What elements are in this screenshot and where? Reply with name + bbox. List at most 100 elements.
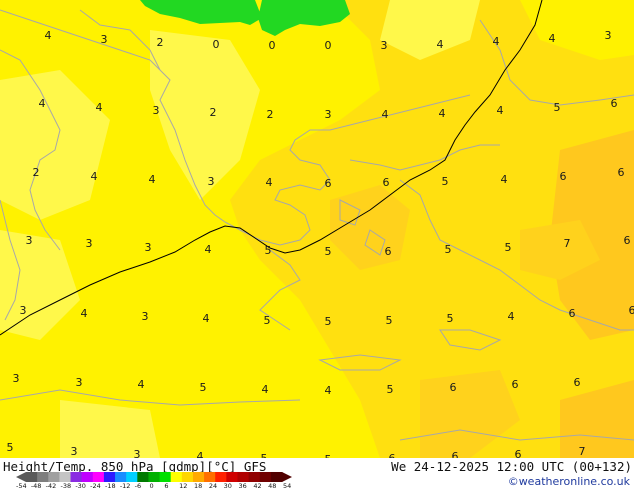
temp-label: 3 [101,33,108,46]
temp-label: 5 [505,241,512,254]
temp-label: 4 [493,35,500,48]
temp-label: 2 [267,108,274,121]
temp-label: 6 [624,234,631,247]
temp-label: 6 [385,245,392,258]
temp-label: 6 [611,97,618,110]
colorbar-segment [259,472,272,482]
temp-label: 4 [439,107,446,120]
colorbar-tick-label: -48 [30,482,42,490]
credit-link[interactable]: ©weatheronline.co.uk [508,475,630,488]
temp-label: 4 [149,173,156,186]
colorbar-tick-label: -24 [90,482,101,490]
temp-label: 4 [549,32,556,45]
temp-label: 6 [515,448,522,458]
colorbar-segment [148,472,161,482]
temperature-map: 4 3 2 0 0 0 3 4 4 4 3 4 4 3 2 2 3 4 4 4 5 6 2 4 4 3 4 6 6 5 4 6 6 3 3 3 4 5 5 6… [0,0,634,458]
colorbar-segment [48,472,60,482]
temp-label: 5 [447,312,454,325]
temp-label: 6 [560,170,567,183]
temp-label: 5 [387,383,394,396]
colorbar-tick-label: 6 [164,482,169,490]
colorbar-tick-label: 0 [149,482,154,490]
temp-label: 5 [7,441,14,454]
colorbar-tick-label: 12 [179,482,188,490]
temp-label: 0 [325,39,332,52]
colorbar-tick-label: -6 [134,482,142,490]
colorbar-segment [226,472,238,482]
colorbar-tick-label: 48 [268,482,277,490]
temp-label: 5 [554,101,561,114]
colorbar-arrow-low [16,472,26,482]
temp-label: 4 [266,176,273,189]
colorbar-tick-label: 24 [208,482,218,490]
temp-label: 5 [265,244,272,257]
temp-label: 2 [33,166,40,179]
temp-label: 2 [157,36,164,49]
temp-label: 3 [86,237,93,250]
temp-label: 5 [442,175,449,188]
temp-label: 4 [45,29,52,42]
colorbar-segment [248,472,261,482]
temp-label: 3 [145,241,152,254]
temp-label: 6 [629,304,634,317]
colorbar-segment [81,472,94,482]
colorbar-segment [237,472,250,482]
temp-label: 3 [605,29,612,42]
temp-label: 5 [386,314,393,327]
colorbar-segment [115,472,127,482]
temp-label: 4 [96,101,103,114]
temp-label: 7 [564,237,571,250]
temp-label: 4 [91,170,98,183]
colorbar-segment [103,472,116,482]
temp-label: 3 [20,304,27,317]
temp-label: 0 [213,38,220,51]
temp-label: 3 [13,372,20,385]
temp-label: 4 [508,310,515,323]
temp-label: 4 [197,450,204,458]
temp-label: 4 [325,384,332,397]
colorbar-arrow-high [282,472,292,482]
temp-label: 4 [437,38,444,51]
forecast-timestamp: We 24-12-2025 12:00 UTC (00+132) [391,459,632,474]
temp-label: 3 [325,108,332,121]
colorbar-segment [192,472,205,482]
temp-label: 3 [134,448,141,458]
colorbar-segment [126,472,138,482]
temp-label: 0 [269,39,276,52]
temp-label: 4 [203,312,210,325]
temp-label: 3 [381,39,388,52]
colorbar-segment [26,472,38,482]
temp-label: 3 [208,175,215,188]
colorbar-tick-label: -38 [60,482,72,490]
colorbar-tick-label: -54 [16,482,27,490]
colorbar-tick-label: 42 [253,482,262,490]
temp-label: 3 [142,310,149,323]
map-panel: 4 3 2 0 0 0 3 4 4 4 3 4 4 3 2 2 3 4 4 4 5 6 2 4 4 3 4 6 6 5 4 6 6 3 3 3 4 5 5 6… [0,0,634,458]
colorbar-segment [170,472,183,482]
colorbar-segment [59,472,72,482]
color-scale-bar [16,472,292,482]
temp-label: 3 [71,445,78,458]
temp-label: 5 [325,315,332,328]
temp-label: 6 [450,381,457,394]
temp-label: 4 [497,104,504,117]
colorbar-tick-label: 30 [223,482,232,490]
footer: Height/Temp. 850 hPa [gdmp][°C] GFS We 2… [0,458,634,490]
temp-label: 6 [452,450,459,458]
temp-label: 6 [618,166,625,179]
temp-label: 3 [153,104,160,117]
colorbar-tick-label: 54 [283,482,292,490]
colorbar-segment [270,472,283,482]
colorbar-segment [37,472,49,482]
temp-label: 4 [262,383,269,396]
temp-label: 3 [76,376,83,389]
colorbar-tick-label: 18 [194,482,203,490]
temp-label: 5 [325,245,332,258]
temp-label: 4 [138,378,145,391]
colorbar-tick-label: -30 [75,482,86,490]
colorbar-tick-label: -18 [105,482,116,490]
color-scale-ticks: -54 -48 -42 -38 -30 -24 -18 -12 -6 0 6 12 18 24 30 36 42… [16,482,302,490]
colorbar-tick-label: -42 [45,482,57,490]
colorbar-segment [181,472,194,482]
colorbar-segment [159,472,172,482]
